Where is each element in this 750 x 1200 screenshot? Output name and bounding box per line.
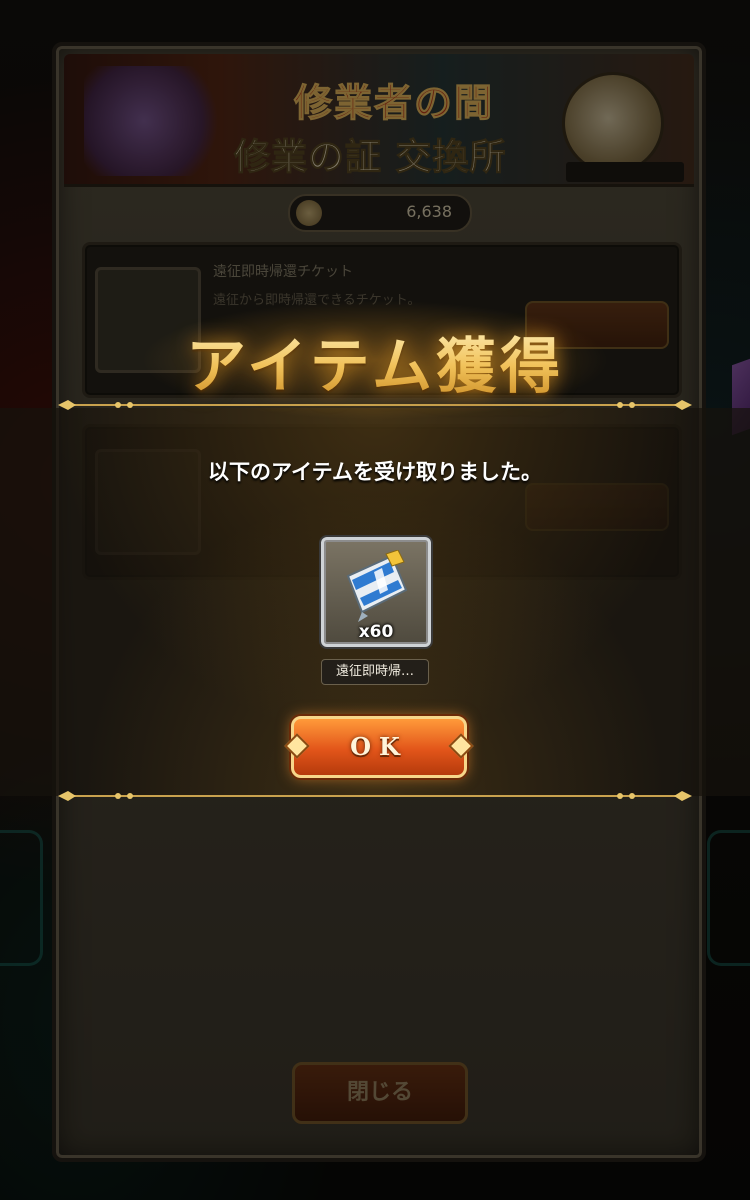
ok-button[interactable]: OK <box>284 716 474 778</box>
item-quantity: x60 <box>358 622 394 642</box>
ticket-icon <box>346 550 408 622</box>
popup-message: 以下のアイテムを受け取りました。 <box>208 460 542 484</box>
reward-item-card[interactable]: x60 <box>321 537 431 647</box>
ok-button-label: OK <box>350 732 408 761</box>
popup-title: アイテム獲得 <box>0 318 750 405</box>
item-name-label: 遠征即時帰… <box>321 659 429 685</box>
popup-divider-bottom <box>58 791 692 801</box>
